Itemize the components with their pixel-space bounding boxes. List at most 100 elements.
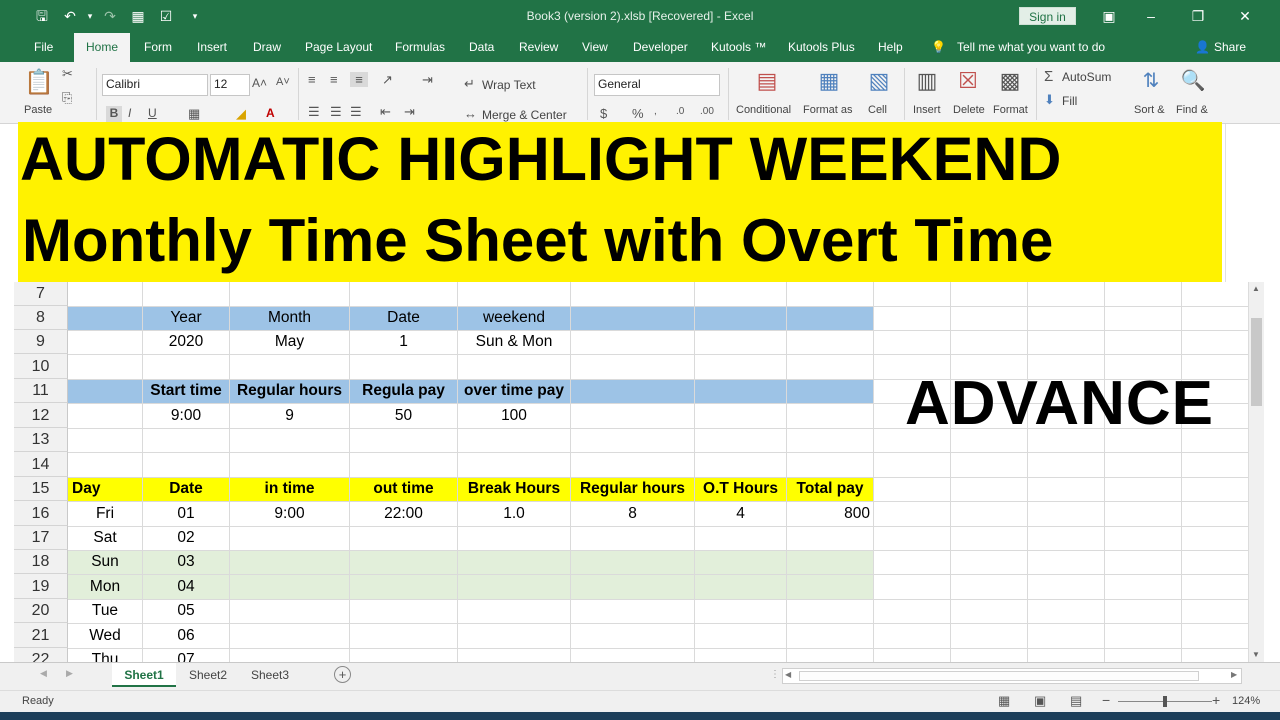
cell-regular-pay-value[interactable]: 50 [349, 403, 458, 428]
cell-start-time-header[interactable]: Start time [142, 379, 230, 403]
row-header[interactable]: 10 [14, 354, 68, 379]
autosum-icon[interactable]: Σ [1044, 68, 1053, 85]
ribbon-display-icon[interactable]: ▣ [1098, 5, 1120, 27]
cell-ot-hours[interactable]: 4 [694, 501, 787, 526]
prev-sheet-icon[interactable]: ◀ [40, 668, 47, 679]
bold-icon[interactable]: B [106, 106, 122, 122]
format-cells-icon[interactable]: ▩ [995, 68, 1025, 98]
tab-insert[interactable]: Insert [197, 40, 227, 54]
add-sheet-icon[interactable]: + [334, 666, 351, 683]
cell-day[interactable]: Wed [68, 623, 142, 648]
cell-date[interactable]: 07 [142, 648, 230, 662]
row-header[interactable]: 21 [14, 623, 68, 648]
cell-break-hours[interactable]: 1.0 [457, 501, 571, 526]
cell-day[interactable]: Sun [68, 550, 142, 574]
underline-icon[interactable]: U [148, 106, 157, 120]
row-header[interactable]: 9 [14, 330, 68, 354]
row-header[interactable]: 17 [14, 526, 68, 550]
text-direction-icon[interactable]: ⇥ [422, 72, 433, 88]
row-header[interactable]: 16 [14, 501, 68, 526]
scroll-down-icon[interactable]: ▼ [1252, 650, 1260, 659]
restore-icon[interactable]: ❐ [1187, 5, 1209, 27]
align-left-icon[interactable]: ☰ [308, 104, 320, 120]
merge-center-button[interactable]: Merge & Center [482, 108, 567, 122]
horizontal-scrollbar[interactable]: ◀ ▶ [782, 668, 1242, 684]
row-header[interactable]: 11 [14, 379, 68, 403]
font-size-select[interactable]: 12 [210, 74, 250, 96]
share-button[interactable]: Share [1214, 40, 1246, 54]
row-header[interactable]: 8 [14, 306, 68, 330]
row-header[interactable]: 15 [14, 477, 68, 501]
tab-kutools[interactable]: Kutools ™ [711, 40, 766, 54]
tab-home[interactable]: Home [74, 33, 131, 62]
row-header[interactable]: 12 [14, 403, 68, 428]
borders-icon[interactable]: ▦ [188, 106, 200, 122]
sheet-tab-sheet2[interactable]: Sheet2 [178, 663, 238, 687]
sheet-tab-sheet3[interactable]: Sheet3 [240, 663, 300, 687]
cell-date[interactable]: 06 [142, 623, 230, 648]
merge-icon[interactable]: ↔ [464, 106, 477, 121]
cell-regular-hours-header[interactable]: Regular hours [229, 379, 350, 403]
cell-in-time[interactable]: 9:00 [229, 501, 350, 526]
tab-draw[interactable]: Draw [253, 40, 281, 54]
row-header[interactable]: 14 [14, 452, 68, 477]
delete-cells-button[interactable]: Delete [953, 104, 985, 116]
autosum-button[interactable]: AutoSum [1062, 70, 1111, 84]
conditional-formatting-button[interactable]: Conditional [736, 104, 791, 116]
fill-color-icon[interactable]: ◢ [236, 106, 246, 122]
cell-day[interactable]: Fri [68, 501, 142, 526]
cell-overtime-pay-value[interactable]: 100 [457, 403, 571, 428]
zoom-level[interactable]: 124% [1232, 695, 1260, 707]
tab-formulas[interactable]: Formulas [395, 40, 445, 54]
row-header[interactable]: 22 [14, 648, 68, 662]
cell-weekend-header[interactable]: weekend [457, 306, 571, 330]
cell-date[interactable]: 05 [142, 599, 230, 623]
cell-date[interactable]: 02 [142, 526, 230, 550]
format-cells-button[interactable]: Format [993, 104, 1028, 116]
cell-date[interactable]: 04 [142, 574, 230, 599]
scroll-right-icon[interactable]: ▶ [1231, 670, 1237, 679]
fill-button[interactable]: Fill [1062, 94, 1077, 108]
wrap-text-icon[interactable]: ↵ [464, 76, 475, 92]
cell-month-value[interactable]: May [229, 330, 350, 354]
cell-day[interactable]: Sat [68, 526, 142, 550]
tab-file[interactable]: File [34, 40, 53, 54]
tab-form[interactable]: Form [144, 40, 172, 54]
cell-out-time-header[interactable]: out time [349, 477, 458, 501]
align-middle-icon[interactable]: ≡ [330, 72, 338, 87]
currency-icon[interactable]: $ [600, 106, 607, 121]
tab-page-layout[interactable]: Page Layout [305, 40, 372, 54]
cell-styles-button[interactable]: Cell [868, 104, 887, 116]
cell-month-header[interactable]: Month [229, 306, 350, 330]
number-format-select[interactable]: General [594, 74, 720, 96]
sort-filter-button[interactable]: Sort & [1134, 104, 1165, 116]
align-bottom-icon[interactable]: ≡ [350, 72, 368, 87]
grow-font-icon[interactable]: A˄ [252, 76, 267, 90]
sheet-tab-sheet1[interactable]: Sheet1 [112, 663, 176, 687]
cell-day-header[interactable]: Day [68, 477, 142, 501]
cell-regular-hours-col-header[interactable]: Regular hours [570, 477, 695, 501]
close-icon[interactable]: ✕ [1234, 5, 1256, 27]
align-right-icon[interactable]: ☰ [350, 104, 362, 120]
cell-day[interactable]: Tue [68, 599, 142, 623]
cell-regular-hours-value[interactable]: 9 [229, 403, 350, 428]
zoom-slider-thumb[interactable] [1163, 696, 1167, 707]
tab-review[interactable]: Review [519, 40, 558, 54]
normal-view-icon[interactable]: ▦ [998, 693, 1010, 709]
row-header[interactable]: 20 [14, 599, 68, 623]
cell-date-header[interactable]: Date [349, 306, 458, 330]
vertical-scrollbar[interactable]: ▲ ▼ [1248, 282, 1264, 662]
font-name-select[interactable]: Calibri [102, 74, 208, 96]
tab-data[interactable]: Data [469, 40, 494, 54]
cell-regular-pay-header[interactable]: Regula pay [349, 379, 458, 403]
find-select-icon[interactable]: 🔍 [1178, 68, 1208, 98]
cell-date-col-header[interactable]: Date [142, 477, 230, 501]
tab-view[interactable]: View [582, 40, 608, 54]
paste-label[interactable]: Paste [24, 104, 52, 116]
row-header[interactable]: 18 [14, 550, 68, 574]
cell-total-pay-header[interactable]: Total pay [786, 477, 874, 501]
cell-ot-hours-header[interactable]: O.T Hours [694, 477, 787, 501]
clipboard-icon[interactable]: 📋 [24, 68, 54, 98]
row-header[interactable]: 13 [14, 428, 68, 452]
font-color-icon[interactable]: A [266, 106, 275, 120]
